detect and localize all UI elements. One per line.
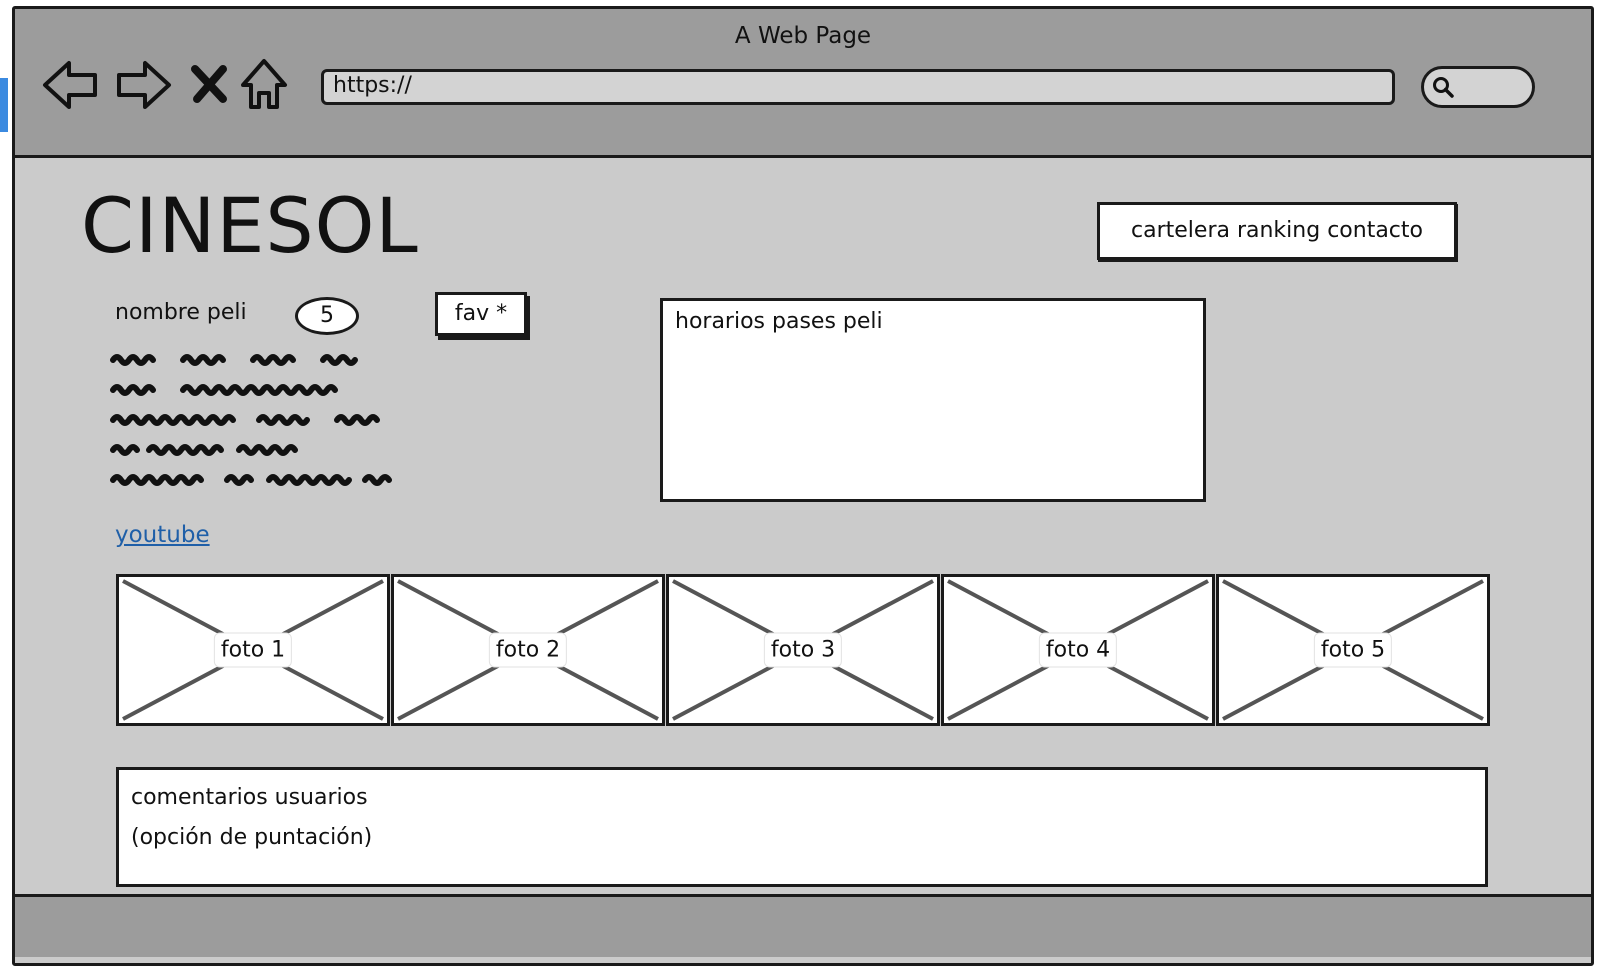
window-title: A Web Page <box>734 23 872 49</box>
browser-window: A Web Page https:// CINESOL cartelera ra… <box>12 6 1594 966</box>
youtube-link[interactable]: youtube <box>115 522 210 548</box>
comments-rating-note: (opción de puntación) <box>131 825 373 850</box>
showtimes-panel: horarios pases peli <box>660 298 1206 502</box>
photo-placeholder[interactable]: foto 1 <box>116 574 390 726</box>
photo-placeholder[interactable]: foto 5 <box>1216 574 1490 726</box>
showtimes-title: horarios pases peli <box>675 309 883 334</box>
movie-synopsis-placeholder <box>110 354 392 486</box>
photo-caption: foto 5 <box>1313 632 1393 668</box>
photo-caption: foto 4 <box>1038 632 1118 668</box>
close-icon[interactable] <box>187 55 231 115</box>
search-icon <box>1433 77 1454 98</box>
photo-caption: foto 2 <box>488 632 568 668</box>
photo-caption: foto 1 <box>213 632 293 668</box>
browser-toolbar: A Web Page https:// <box>15 9 1591 158</box>
user-comments-panel[interactable]: comentarios usuarios (opción de puntació… <box>116 767 1488 887</box>
main-nav-menu[interactable]: cartelera ranking contacto <box>1097 202 1457 260</box>
url-input[interactable]: https:// <box>321 69 1395 105</box>
photo-placeholder[interactable]: foto 2 <box>391 574 665 726</box>
photo-caption: foto 3 <box>763 632 843 668</box>
arrow-right-icon[interactable] <box>113 55 173 115</box>
search-field[interactable] <box>1421 66 1535 108</box>
photo-gallery: foto 1 foto 2 foto 3 foto 4 foto 5 <box>116 574 1492 726</box>
movie-title: nombre peli <box>115 300 247 325</box>
browser-status-bar <box>15 894 1591 957</box>
fav-button[interactable]: fav * <box>435 292 527 336</box>
rating-badge: 5 <box>295 297 359 335</box>
photo-placeholder[interactable]: foto 3 <box>666 574 940 726</box>
window-edge-accent <box>0 78 8 132</box>
comments-heading: comentarios usuarios <box>131 785 368 810</box>
arrow-left-icon[interactable] <box>41 55 101 115</box>
home-icon[interactable] <box>239 55 289 115</box>
site-logo: CINESOL <box>81 181 419 270</box>
photo-placeholder[interactable]: foto 4 <box>941 574 1215 726</box>
page-content: CINESOL cartelera ranking contacto nombr… <box>15 158 1591 963</box>
